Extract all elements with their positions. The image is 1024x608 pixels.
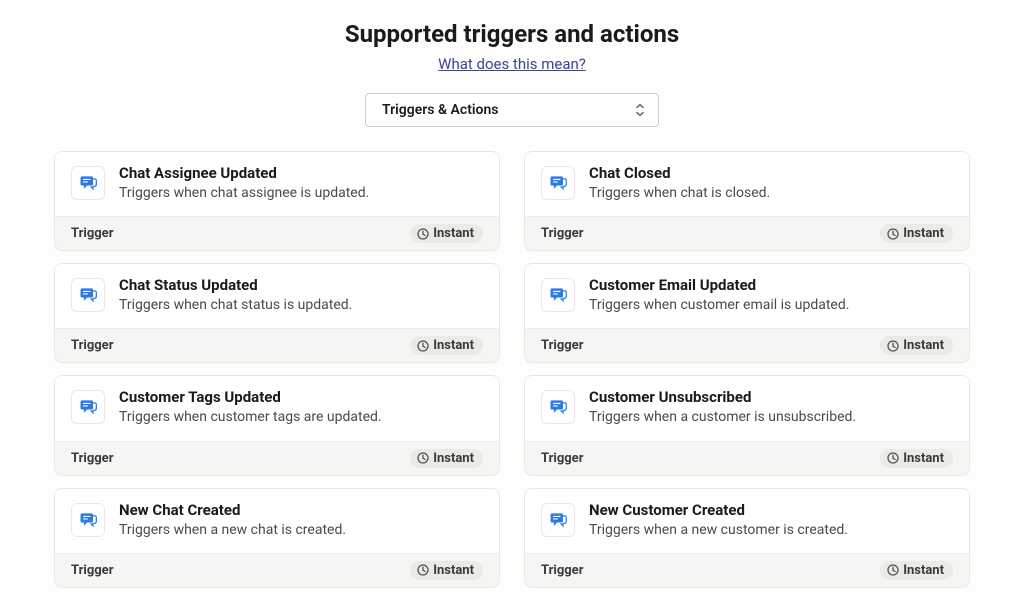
card-title: New Customer Created	[589, 501, 953, 519]
filter-dropdown-label: Triggers & Actions	[382, 102, 498, 118]
clock-icon	[417, 228, 429, 240]
card-title: Customer Email Updated	[589, 276, 953, 294]
trigger-card[interactable]: Chat Closed Triggers when chat is closed…	[524, 151, 970, 251]
chat-app-icon	[71, 166, 105, 200]
badge-text: Instant	[433, 338, 474, 353]
badge-text: Instant	[903, 451, 944, 466]
card-title: Customer Tags Updated	[119, 388, 483, 406]
chat-app-icon	[541, 166, 575, 200]
card-type-label: Trigger	[541, 338, 583, 353]
card-type-label: Trigger	[71, 563, 113, 578]
trigger-card[interactable]: Chat Status Updated Triggers when chat s…	[54, 263, 500, 363]
clock-icon	[417, 452, 429, 464]
chat-app-icon	[541, 390, 575, 424]
card-description: Triggers when customer email is updated.	[589, 296, 953, 314]
clock-icon	[417, 340, 429, 352]
trigger-card[interactable]: Customer Unsubscribed Triggers when a cu…	[524, 375, 970, 475]
card-description: Triggers when a new chat is created.	[119, 521, 483, 539]
page-title: Supported triggers and actions	[54, 20, 970, 48]
card-description: Triggers when chat is closed.	[589, 184, 953, 202]
chat-app-icon	[541, 503, 575, 537]
card-title: Chat Status Updated	[119, 276, 483, 294]
chat-app-icon	[71, 278, 105, 312]
instant-badge: Instant	[880, 224, 953, 243]
clock-icon	[887, 452, 899, 464]
clock-icon	[887, 228, 899, 240]
chat-app-icon	[71, 503, 105, 537]
instant-badge: Instant	[880, 336, 953, 355]
trigger-card[interactable]: New Chat Created Triggers when a new cha…	[54, 488, 500, 588]
chat-app-icon	[71, 390, 105, 424]
instant-badge: Instant	[410, 224, 483, 243]
badge-text: Instant	[903, 338, 944, 353]
card-title: Chat Closed	[589, 164, 953, 182]
instant-badge: Instant	[410, 449, 483, 468]
card-title: Chat Assignee Updated	[119, 164, 483, 182]
instant-badge: Instant	[880, 561, 953, 580]
card-description: Triggers when chat status is updated.	[119, 296, 483, 314]
clock-icon	[887, 564, 899, 576]
chevron-updown-icon	[634, 103, 646, 117]
card-type-label: Trigger	[541, 451, 583, 466]
badge-text: Instant	[433, 563, 474, 578]
card-type-label: Trigger	[71, 226, 113, 241]
filter-dropdown[interactable]: Triggers & Actions	[365, 93, 659, 127]
card-title: New Chat Created	[119, 501, 483, 519]
clock-icon	[417, 564, 429, 576]
badge-text: Instant	[433, 226, 474, 241]
instant-badge: Instant	[410, 336, 483, 355]
help-link[interactable]: What does this mean?	[438, 55, 586, 73]
badge-text: Instant	[903, 226, 944, 241]
card-description: Triggers when chat assignee is updated.	[119, 184, 483, 202]
trigger-card[interactable]: Customer Tags Updated Triggers when cust…	[54, 375, 500, 475]
card-type-label: Trigger	[71, 338, 113, 353]
trigger-card[interactable]: Chat Assignee Updated Triggers when chat…	[54, 151, 500, 251]
card-description: Triggers when a customer is unsubscribed…	[589, 408, 953, 426]
card-type-label: Trigger	[541, 226, 583, 241]
card-type-label: Trigger	[541, 563, 583, 578]
chat-app-icon	[541, 278, 575, 312]
card-title: Customer Unsubscribed	[589, 388, 953, 406]
trigger-card[interactable]: Customer Email Updated Triggers when cus…	[524, 263, 970, 363]
trigger-card[interactable]: New Customer Created Triggers when a new…	[524, 488, 970, 588]
instant-badge: Instant	[410, 561, 483, 580]
badge-text: Instant	[903, 563, 944, 578]
card-description: Triggers when a new customer is created.	[589, 521, 953, 539]
card-description: Triggers when customer tags are updated.	[119, 408, 483, 426]
instant-badge: Instant	[880, 449, 953, 468]
badge-text: Instant	[433, 451, 474, 466]
card-type-label: Trigger	[71, 451, 113, 466]
clock-icon	[887, 340, 899, 352]
